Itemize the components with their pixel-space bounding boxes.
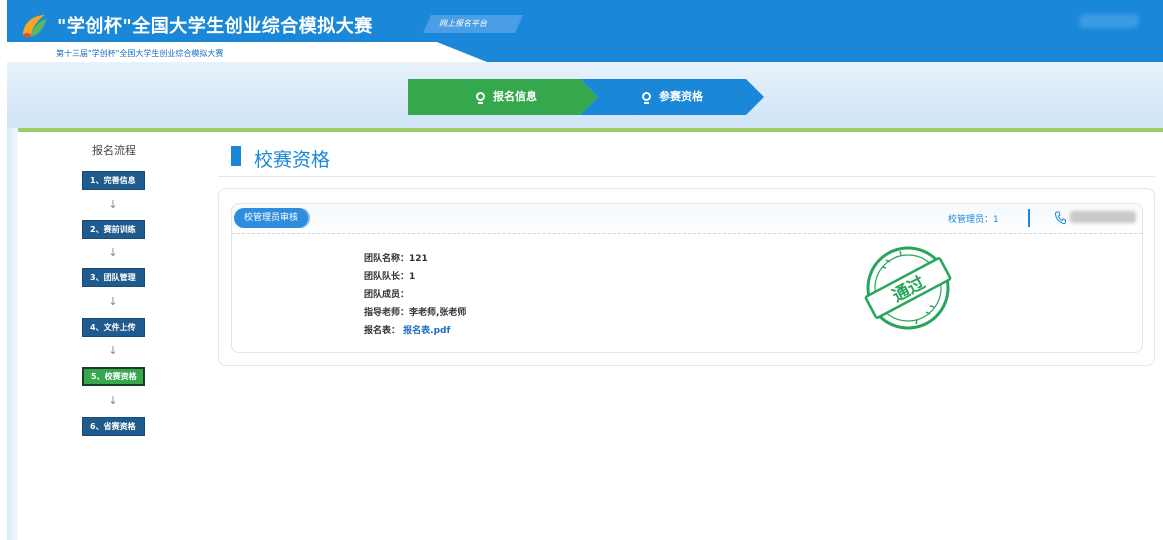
advisor-row: 指导老师：李老师,张老师: [364, 305, 466, 318]
review-panel: 校管理员审核 校管理员：1 团队名称：121 团队队长：1 团队成员： 指导老师…: [231, 203, 1143, 353]
location-pin-icon: [476, 92, 485, 104]
review-panel-header: 校管理员审核 校管理员：1: [232, 204, 1142, 234]
logo-icon: [23, 15, 46, 38]
sidebar-item-complete-info[interactable]: 1、完善信息: [82, 171, 145, 190]
team-leader-label: 团队队长：: [364, 272, 410, 282]
step-eligibility[interactable]: 参赛资格: [580, 79, 764, 115]
page-title: 校赛资格: [254, 149, 331, 171]
team-name-label: 团队名称：: [364, 254, 410, 264]
team-members-row: 团队成员：: [364, 287, 409, 300]
team-leader-value: 1: [409, 272, 416, 282]
location-pin-icon: [642, 92, 651, 104]
flow-arrow-icon: ↓: [108, 198, 118, 211]
registration-form-row: 报名表： 报名表.pdf: [364, 323, 450, 336]
step-label: 报名信息: [493, 90, 537, 103]
advisor-value: 李老师,张老师: [409, 308, 467, 318]
progress-steps: 报名信息 参赛资格: [7, 62, 1163, 128]
team-members-label: 团队成员：: [364, 290, 410, 300]
team-name-value: 121: [409, 254, 428, 264]
sidebar-title: 报名流程: [92, 144, 136, 157]
accent-divider: [18, 128, 1163, 132]
sidebar-item-training[interactable]: 2、赛前训练: [82, 220, 145, 239]
team-name-row: 团队名称：121: [364, 251, 428, 264]
user-info-blurred[interactable]: [1079, 14, 1139, 28]
site-subtitle: 第十三届"学创杯"全国大学生创业综合模拟大赛: [56, 49, 224, 58]
title-divider: [218, 176, 1155, 177]
phone-number-blurred: [1070, 211, 1136, 223]
flow-arrow-icon: ↓: [108, 344, 118, 357]
sidebar-item-school-qualification[interactable]: 5、校赛资格: [82, 367, 145, 386]
qualification-card: 校管理员审核 校管理员：1 团队名称：121 团队队长：1 团队成员： 指导老师…: [218, 188, 1155, 366]
flow-arrow-icon: ↓: [108, 295, 118, 308]
site-title: "学创杯"全国大学生创业综合模拟大赛: [57, 16, 373, 37]
advisor-label: 指导老师：: [364, 308, 410, 318]
review-tag: 校管理员审核: [234, 208, 308, 228]
platform-tab[interactable]: 网上报名平台: [423, 15, 523, 33]
step-label: 参赛资格: [659, 90, 703, 103]
flow-arrow-icon: ↓: [108, 394, 118, 407]
left-edge-shade: [7, 128, 18, 540]
header-separator: [1028, 209, 1030, 227]
registration-form-link[interactable]: 报名表.pdf: [403, 326, 450, 336]
approved-stamp-icon: 通过: [864, 246, 952, 330]
flow-arrow-icon: ↓: [108, 246, 118, 259]
title-accent-bar: [231, 146, 241, 166]
sidebar-item-province-qualification[interactable]: 6、省赛资格: [82, 417, 145, 436]
school-admin-label: 校管理员：1: [948, 215, 999, 225]
page: "学创杯"全国大学生创业综合模拟大赛 网上报名平台 第十三届"学创杯"全国大学生…: [0, 0, 1163, 540]
sidebar-item-team[interactable]: 3、团队管理: [82, 268, 145, 287]
team-leader-row: 团队队长：1: [364, 269, 415, 282]
step-registration-info[interactable]: 报名信息: [408, 79, 598, 115]
sidebar-item-upload[interactable]: 4、文件上传: [82, 318, 145, 337]
phone-icon: [1054, 211, 1066, 225]
registration-form-label: 报名表：: [364, 326, 401, 336]
